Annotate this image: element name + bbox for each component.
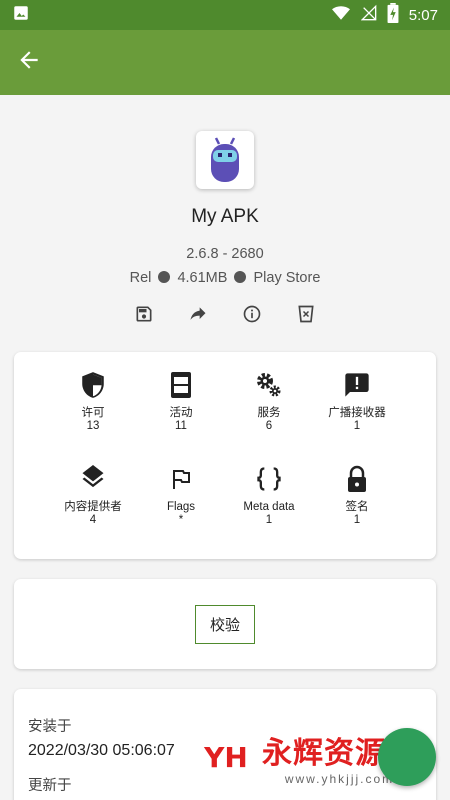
separator-dot xyxy=(158,271,171,283)
clear-data-icon[interactable] xyxy=(296,304,316,324)
app-header: My APK 2.6.8 - 2680 Rel 4.61MB Play Stor… xyxy=(0,95,450,324)
app-icon xyxy=(196,131,254,189)
providers-item[interactable]: 内容提供者 4 xyxy=(49,464,137,552)
app-meta: Rel 4.61MB Play Store xyxy=(0,270,450,286)
share-icon[interactable] xyxy=(188,304,208,324)
signatures-item[interactable]: 签名 1 xyxy=(313,464,401,552)
braces-icon xyxy=(254,464,284,494)
signal-off-icon xyxy=(360,4,377,26)
app-channel: Rel xyxy=(129,270,152,286)
alert-message-icon xyxy=(342,370,372,400)
flag-icon xyxy=(166,464,196,494)
services-item[interactable]: 服务 6 xyxy=(225,370,313,458)
app-bar xyxy=(0,30,450,95)
layers-icon xyxy=(78,464,108,494)
back-arrow-icon[interactable] xyxy=(16,47,42,78)
content-area: My APK 2.6.8 - 2680 Rel 4.61MB Play Stor… xyxy=(0,95,450,800)
status-bar: 5:07 xyxy=(0,0,450,30)
verify-card: 校验 xyxy=(14,579,436,669)
activities-item[interactable]: 活动 11 xyxy=(137,370,225,458)
watermark-logo: YH xyxy=(196,731,256,783)
image-icon xyxy=(12,4,30,26)
shield-icon xyxy=(78,370,108,400)
verify-button[interactable]: 校验 xyxy=(194,604,255,644)
app-size: 4.61MB xyxy=(177,270,228,286)
meta-data-item[interactable]: Meta data 1 xyxy=(225,464,313,552)
components-card: 许可 13 活动 11 服务 6 广播接收器 1 内容提供者 4 Flags *… xyxy=(14,352,436,559)
receivers-item[interactable]: 广播接收器 1 xyxy=(313,370,401,458)
info-icon[interactable] xyxy=(242,304,262,324)
action-row xyxy=(0,304,450,324)
separator-dot xyxy=(234,271,247,283)
battery-charging-icon xyxy=(387,3,399,27)
components-grid: 许可 13 活动 11 服务 6 广播接收器 1 内容提供者 4 Flags *… xyxy=(14,370,436,552)
activity-icon xyxy=(166,370,196,400)
permissions-item[interactable]: 许可 13 xyxy=(49,370,137,458)
clock-time: 5:07 xyxy=(408,6,438,24)
app-version: 2.6.8 - 2680 xyxy=(186,246,264,262)
gears-icon xyxy=(254,370,284,400)
app-name: My APK xyxy=(191,206,259,227)
lock-icon xyxy=(342,464,372,494)
floating-action-button[interactable] xyxy=(378,728,436,786)
watermark-url: www.yhkjjj.com xyxy=(284,772,395,786)
wifi-icon xyxy=(331,4,351,26)
app-source: Play Store xyxy=(253,270,321,286)
flags-item[interactable]: Flags * xyxy=(137,464,225,552)
save-icon[interactable] xyxy=(134,304,154,324)
